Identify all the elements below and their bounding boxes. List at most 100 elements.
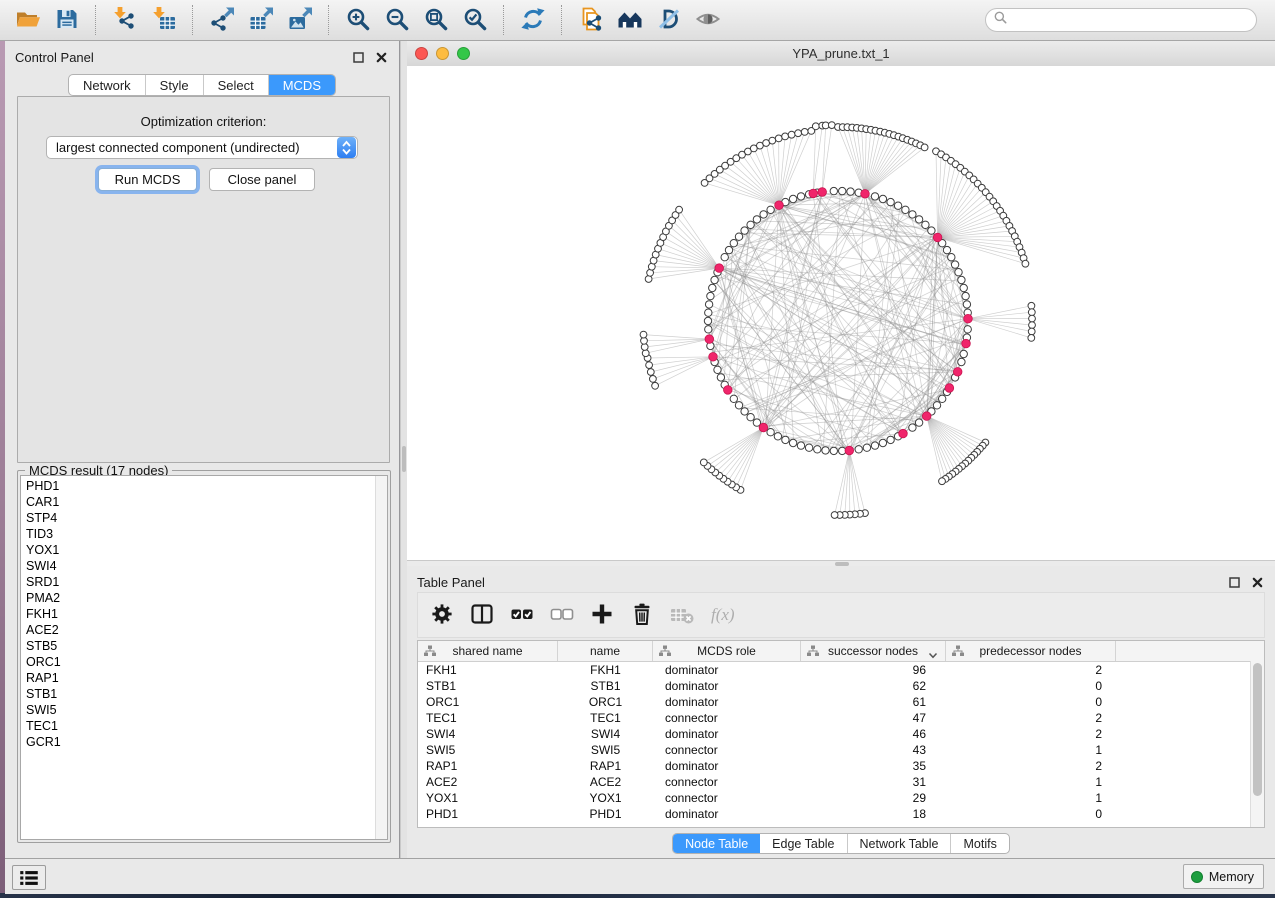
save-icon	[54, 6, 80, 35]
table-cell: 61	[801, 694, 946, 710]
table-scrollbar[interactable]	[1250, 661, 1264, 827]
column-header-predecessor-nodes[interactable]: predecessor nodes	[946, 641, 1116, 661]
network-view-window: YPA_prune.txt_1	[407, 41, 1275, 560]
mcds-result-item[interactable]: FKH1	[26, 606, 376, 622]
mcds-result-item[interactable]: CAR1	[26, 494, 376, 510]
export-network-button[interactable]	[204, 3, 240, 37]
tab-mcds[interactable]: MCDS	[269, 75, 335, 95]
table-scrollbar-thumb[interactable]	[1253, 663, 1262, 796]
tab-edge-table[interactable]: Edge Table	[760, 834, 847, 853]
table-row[interactable]: SWI5SWI5connector431	[418, 742, 1264, 758]
mcds-result-item[interactable]: STB5	[26, 638, 376, 654]
zoom-in-button[interactable]	[340, 3, 376, 37]
mcds-node	[962, 339, 971, 348]
task-history-button[interactable]	[12, 865, 46, 890]
zoom-out-button[interactable]	[379, 3, 415, 37]
sort-indicator-icon	[928, 648, 938, 662]
import-network-button[interactable]	[107, 3, 143, 37]
column-header-shared-name[interactable]: shared name	[418, 641, 558, 661]
vertical-split-handle[interactable]	[402, 446, 406, 472]
apply-layout-button[interactable]	[515, 3, 551, 37]
mcds-result-item[interactable]: ACE2	[26, 622, 376, 638]
column-header-name[interactable]: name	[558, 641, 653, 661]
mcds-result-item[interactable]: PHD1	[26, 478, 376, 494]
app-window: Control Panel NetworkStyleSelectMCDS Opt…	[0, 0, 1275, 898]
import-table-button[interactable]	[146, 3, 182, 37]
network-canvas[interactable]	[407, 66, 1275, 560]
column-header-successor-nodes[interactable]: successor nodes	[801, 641, 946, 661]
table-row[interactable]: ACE2ACE2connector311	[418, 774, 1264, 790]
close-panel-button[interactable]: Close panel	[209, 168, 315, 191]
mcds-result-item[interactable]: SWI5	[26, 702, 376, 718]
node-table[interactable]: shared namenameMCDS rolesuccessor nodesp…	[417, 640, 1265, 828]
mcds-result-item[interactable]: RAP1	[26, 670, 376, 686]
float-panel-icon[interactable]	[352, 51, 364, 63]
uncheck-pair-icon	[549, 601, 575, 630]
save-session-button[interactable]	[49, 3, 85, 37]
tab-node-table[interactable]: Node Table	[673, 834, 760, 853]
toggle-graphics-details-button[interactable]	[651, 3, 687, 37]
mcds-result-item[interactable]: SRD1	[26, 574, 376, 590]
open-session-button[interactable]	[10, 3, 46, 37]
table-row[interactable]: YOX1YOX1connector291	[418, 790, 1264, 806]
mcds-result-item[interactable]: STP4	[26, 510, 376, 526]
table-cell: dominator	[653, 694, 801, 710]
table-row[interactable]: STB1STB1dominator620	[418, 678, 1264, 694]
tab-select[interactable]: Select	[204, 75, 269, 95]
table-row[interactable]: ORC1ORC1dominator610	[418, 694, 1264, 710]
export-network-icon	[209, 6, 235, 35]
network-node	[714, 366, 721, 373]
memory-button[interactable]: Memory	[1183, 864, 1264, 889]
deselect-all-button[interactable]	[546, 599, 578, 631]
network-window-titlebar[interactable]: YPA_prune.txt_1	[407, 41, 1275, 67]
table-row[interactable]: SWI4SWI4dominator462	[418, 726, 1264, 742]
table-row[interactable]: FKH1FKH1dominator962	[418, 662, 1264, 678]
mcds-result-item[interactable]: TID3	[26, 526, 376, 542]
close-panel-icon[interactable]	[1251, 576, 1263, 588]
create-column-button[interactable]	[586, 599, 618, 631]
mcds-list-scrollbar[interactable]	[375, 476, 387, 839]
tab-style[interactable]: Style	[146, 75, 204, 95]
mcds-result-item[interactable]: STB1	[26, 686, 376, 702]
table-row[interactable]: PHD1PHD1dominator180	[418, 806, 1264, 822]
tab-motifs[interactable]: Motifs	[951, 834, 1008, 853]
tab-network-table[interactable]: Network Table	[848, 834, 952, 853]
mcds-result-item[interactable]: ORC1	[26, 654, 376, 670]
first-neighbors-button[interactable]	[612, 3, 648, 37]
criterion-dropdown[interactable]: largest connected component (undirected)	[46, 136, 358, 159]
network-from-selection-button[interactable]	[573, 3, 609, 37]
network-node	[705, 309, 712, 316]
network-node	[704, 317, 711, 324]
network-node	[958, 276, 965, 283]
network-node	[735, 233, 742, 240]
show-columns-button[interactable]	[466, 599, 498, 631]
network-node	[839, 187, 846, 194]
table-row[interactable]: TEC1TEC1connector472	[418, 710, 1264, 726]
table-row[interactable]: RAP1RAP1dominator352	[418, 758, 1264, 774]
zoom-selected-button[interactable]	[457, 3, 493, 37]
export-image-button[interactable]	[282, 3, 318, 37]
tab-network[interactable]: Network	[69, 75, 146, 95]
vertical-split-divider[interactable]	[400, 41, 407, 858]
mcds-result-item[interactable]: TEC1	[26, 718, 376, 734]
export-table-button[interactable]	[243, 3, 279, 37]
show-hide-button[interactable]	[690, 3, 726, 37]
mcds-result-list[interactable]: PHD1CAR1STP4TID3YOX1SWI4SRD1PMA2FKH1ACE2…	[20, 475, 388, 840]
run-mcds-button[interactable]: Run MCDS	[98, 168, 197, 191]
zoom-fit-button[interactable]	[418, 3, 454, 37]
mcds-result-item[interactable]: GCR1	[26, 734, 376, 750]
network-node	[812, 123, 819, 130]
delete-column-button[interactable]	[626, 599, 658, 631]
mcds-result-item[interactable]: PMA2	[26, 590, 376, 606]
mcds-result-item[interactable]: SWI4	[26, 558, 376, 574]
column-header-MCDS-role[interactable]: MCDS role	[653, 641, 801, 661]
search-box[interactable]	[985, 8, 1257, 32]
float-panel-icon[interactable]	[1228, 576, 1240, 588]
search-input[interactable]	[1012, 12, 1249, 28]
refresh-icon	[520, 6, 546, 35]
table-cell: SWI5	[558, 742, 653, 758]
table-mode-button[interactable]	[426, 599, 458, 631]
mcds-result-item[interactable]: YOX1	[26, 542, 376, 558]
close-panel-icon[interactable]	[375, 51, 387, 63]
select-all-button[interactable]	[506, 599, 538, 631]
